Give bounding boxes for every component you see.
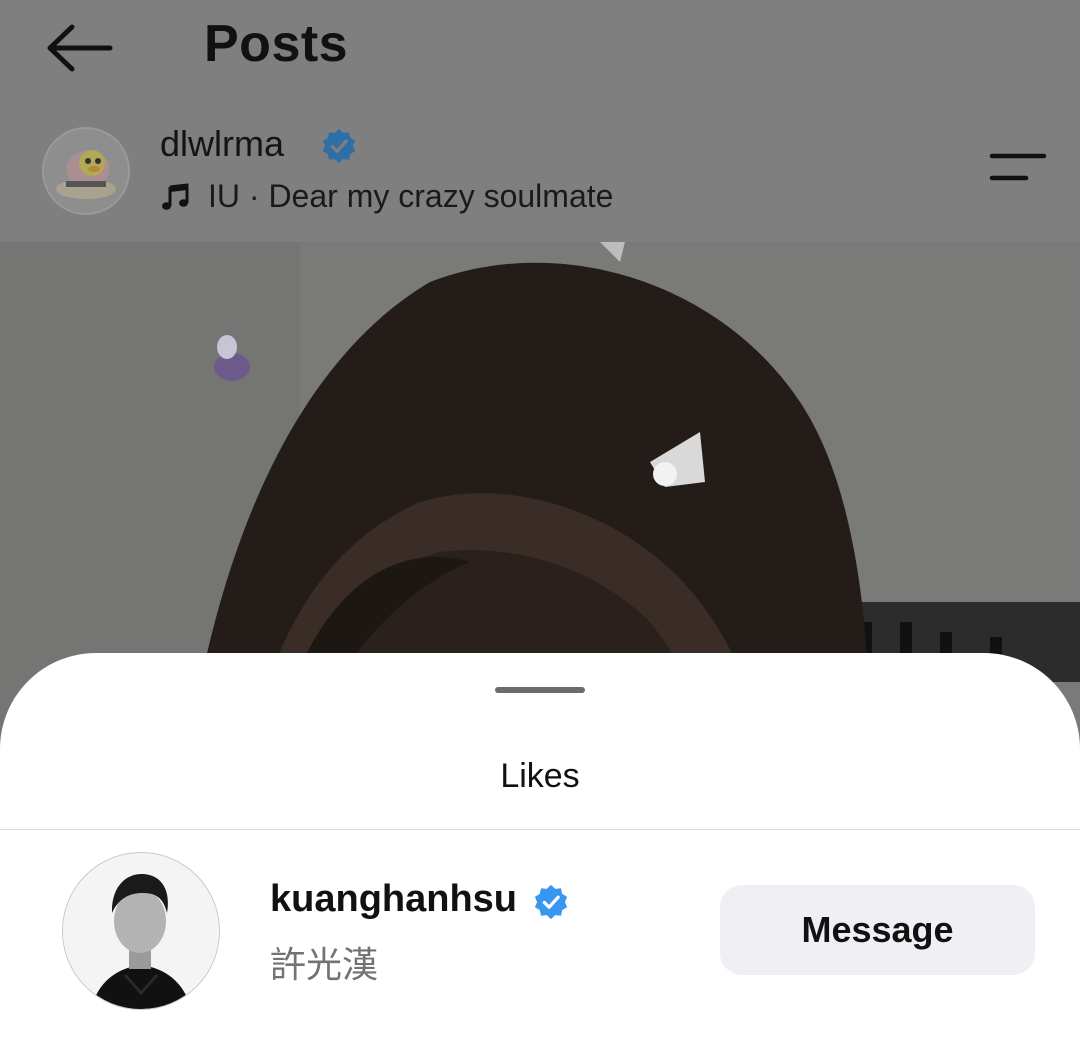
profile-photo-image — [63, 853, 219, 1009]
sheet-title: Likes — [500, 757, 580, 795]
top-bar: Posts — [0, 0, 1080, 95]
liker-username[interactable]: kuanghanhsu — [270, 878, 517, 921]
post-header: dlwlrma IU · Dear my crazy soulmate — [0, 95, 1080, 242]
post-music-label: IU · Dear my crazy soulmate — [208, 178, 614, 214]
post-author-username[interactable]: dlwlrma — [160, 123, 284, 165]
message-button[interactable]: Message — [720, 885, 1035, 975]
page-title: Posts — [204, 15, 349, 73]
verified-badge-icon — [322, 128, 356, 164]
liker-full-name: 許光漢 — [270, 944, 379, 985]
list-item[interactable]: kuanghanhsu 許光漢 Message — [0, 830, 1080, 1043]
verified-badge-icon — [534, 884, 568, 920]
arrow-left-icon — [47, 24, 113, 72]
sheet-drag-handle[interactable] — [495, 687, 585, 693]
post-author-avatar[interactable] — [42, 127, 130, 215]
music-note-icon — [162, 182, 189, 210]
post-music-link[interactable]: IU · Dear my crazy soulmate — [160, 178, 613, 215]
back-button[interactable] — [40, 18, 120, 78]
menu-icon — [989, 153, 1047, 181]
likes-sheet: Likes kuanghanhsu 許光漢 Message — [0, 653, 1080, 1043]
cartoon-bird-avatar-image — [44, 129, 128, 213]
avatar[interactable] — [62, 852, 220, 1010]
post-options-button[interactable] — [986, 151, 1050, 187]
